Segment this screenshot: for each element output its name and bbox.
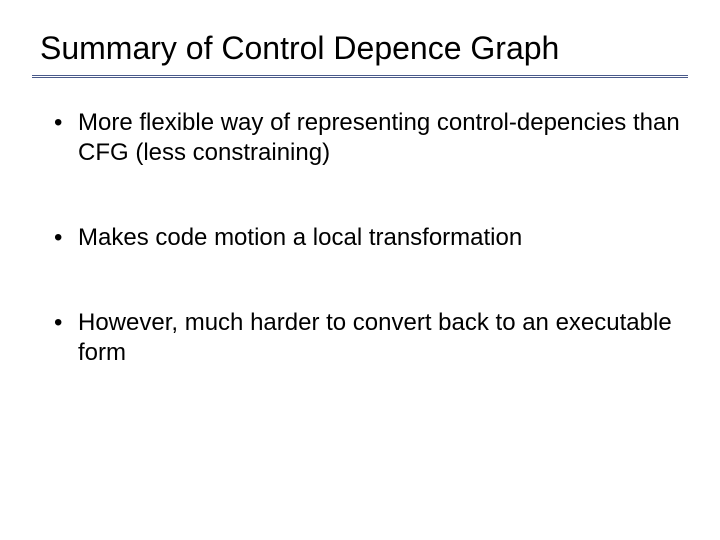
- title-underline: [32, 75, 688, 78]
- bullet-item: More flexible way of representing contro…: [50, 108, 680, 168]
- slide-title: Summary of Control Depence Graph: [40, 30, 680, 67]
- bullet-item: Makes code motion a local transformation: [50, 223, 680, 253]
- bullet-item: However, much harder to convert back to …: [50, 308, 680, 368]
- slide-container: Summary of Control Depence Graph More fl…: [0, 0, 720, 463]
- bullet-list: More flexible way of representing contro…: [40, 108, 680, 368]
